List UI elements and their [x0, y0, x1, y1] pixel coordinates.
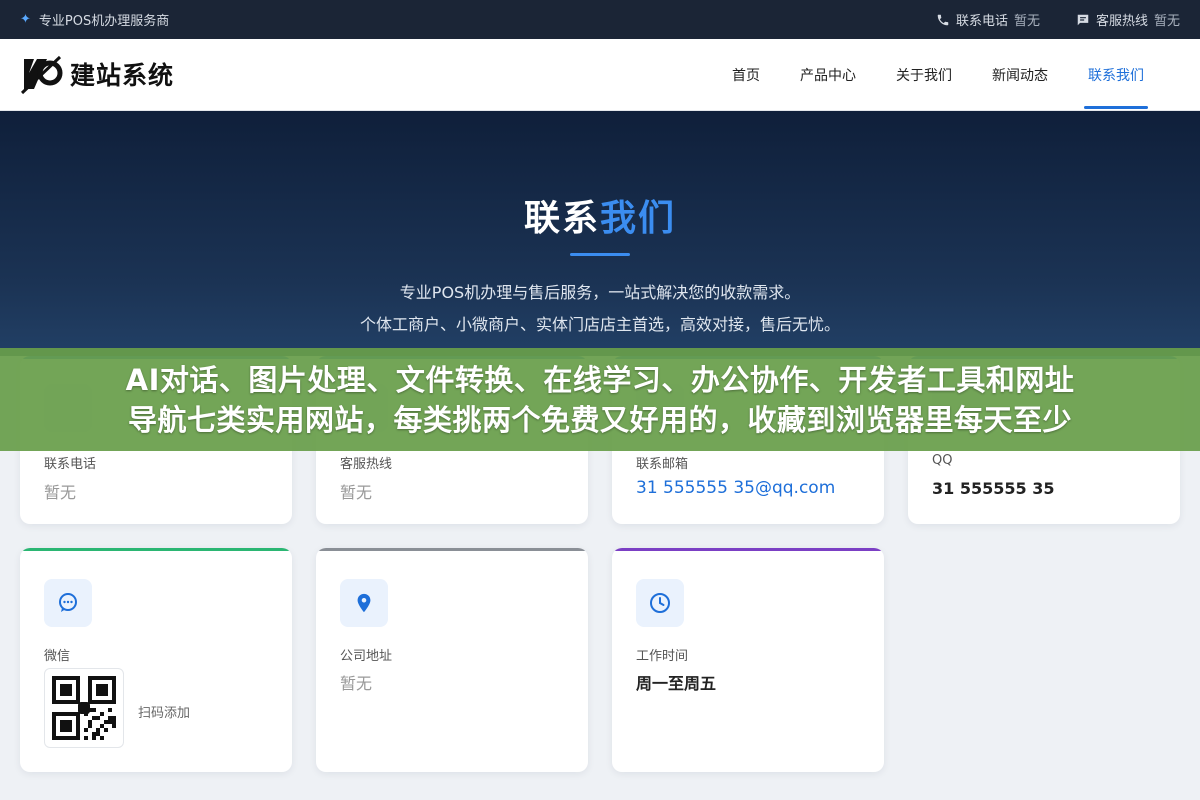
message-icon — [1077, 14, 1089, 25]
nav-products[interactable]: 产品中心 — [780, 39, 876, 111]
overlay-banner: AI对话、图片处理、文件转换、在线学习、办公协作、开发者工具和网址 导航七类实用… — [0, 348, 1200, 451]
wechat-qr-code — [44, 668, 124, 748]
card-label: 微信 — [44, 649, 71, 664]
nav-home[interactable]: 首页 — [712, 39, 780, 111]
contact-card-hours: 工作时间 周一至周五 — [612, 548, 884, 772]
nav-contact[interactable]: 联系我们 — [1068, 39, 1164, 111]
card-value: 暂无 — [340, 674, 373, 693]
top-bar-phone-value: 暂无 — [1013, 14, 1040, 29]
card-accent-line — [316, 548, 588, 551]
site-header: 建站系统 首页 产品中心 关于我们 新闻动态 联系我们 — [0, 39, 1200, 111]
nav-about[interactable]: 关于我们 — [876, 39, 972, 111]
hero-section: 联系我们 专业POS机办理与售后服务，一站式解决您的收款需求。 个体工商户、小微… — [0, 111, 1200, 356]
top-bar-hotline: 客服热线 暂无 — [1076, 10, 1180, 29]
chat-icon — [59, 593, 77, 612]
top-bar-brand: 专业POS机办理服务商 — [38, 14, 170, 29]
card-label: 联系电话 — [44, 457, 97, 472]
card-value: 暂无 — [44, 483, 77, 502]
main-nav: 首页 产品中心 关于我们 新闻动态 联系我们 — [712, 39, 1164, 111]
hero-title-plain: 联系 — [523, 198, 600, 239]
top-bar-hotline-value: 暂无 — [1153, 14, 1180, 29]
card-value: 31 555555 35 — [932, 479, 1055, 498]
hero-description-line-1: 专业POS机办理与售后服务，一站式解决您的收款需求。 — [399, 283, 801, 302]
card-value: 周一至周五 — [636, 674, 717, 693]
nav-news[interactable]: 新闻动态 — [972, 39, 1068, 111]
card-accent-line — [20, 548, 292, 551]
phone-icon — [937, 14, 949, 25]
hero-divider — [570, 253, 630, 256]
clock-icon — [650, 593, 670, 613]
qr-hint: 扫码添加 — [138, 706, 191, 721]
card-label: QQ — [932, 453, 953, 468]
qr-code-image — [52, 676, 116, 740]
contact-card-address: 公司地址 暂无 — [316, 548, 588, 772]
location-pin-icon — [357, 593, 371, 613]
banner-line-1: AI对话、图片处理、文件转换、在线学习、办公协作、开发者工具和网址 — [125, 362, 1075, 397]
top-bar-hotline-label: 客服热线 — [1095, 14, 1148, 29]
top-bar-phone: 联系电话 暂无 — [936, 10, 1040, 29]
card-email-link[interactable]: 31 555555 35@qq.com — [636, 478, 835, 498]
hero-title-accent: 我们 — [600, 198, 677, 239]
hero-description-line-2: 个体工商户、小微商户、实体门店店主首选，高效对接，售后无忧。 — [359, 315, 840, 334]
chat-icon-box — [44, 579, 92, 627]
site-logo[interactable]: 建站系统 — [20, 53, 174, 95]
card-label: 公司地址 — [340, 649, 393, 664]
hero-title: 联系我们 — [0, 189, 1200, 241]
location-icon-box — [340, 579, 388, 627]
top-bar: ✦ 专业POS机办理服务商 联系电话 暂无 客服热线 暂无 — [0, 0, 1200, 39]
clock-icon-box — [636, 579, 684, 627]
card-value: 暂无 — [340, 483, 373, 502]
card-label: 工作时间 — [636, 649, 689, 664]
card-accent-line — [612, 548, 884, 551]
sparkle-icon: ✦ — [20, 12, 31, 27]
card-label: 客服热线 — [340, 457, 393, 472]
card-label: 联系邮箱 — [636, 457, 689, 472]
logo-text: 建站系统 — [70, 61, 175, 90]
top-bar-phone-label: 联系电话 — [955, 14, 1008, 29]
banner-line-2: 导航七类实用网站，每类挑两个免费又好用的，收藏到浏览器里每天至少 — [127, 402, 1072, 437]
contact-card-wechat: 微信 扫码添加 — [20, 548, 292, 772]
logo-mark-icon — [20, 55, 63, 95]
